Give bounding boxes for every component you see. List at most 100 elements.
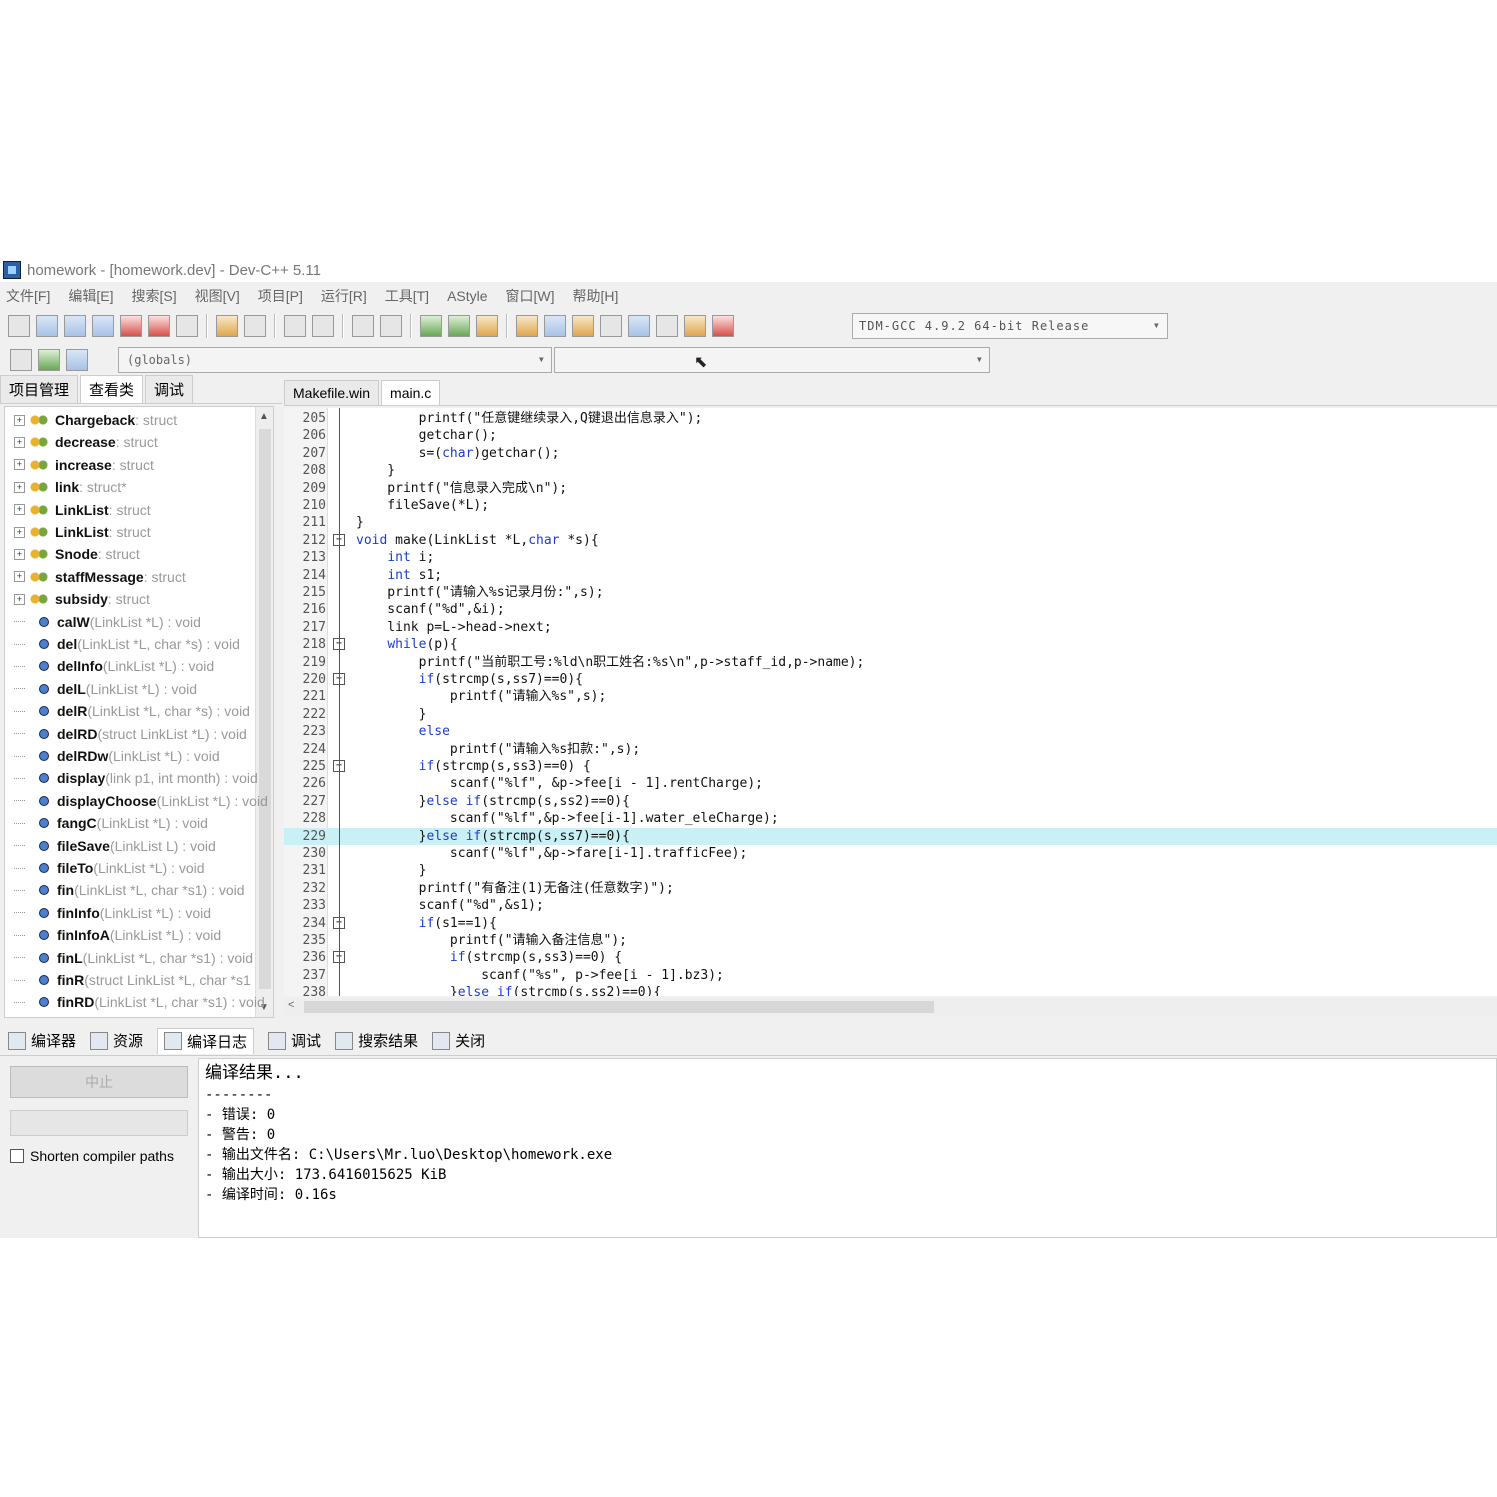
expand-icon[interactable]: + [14,548,25,560]
abort-compilation-button[interactable]: 中止 [10,1066,188,1098]
tree-function-item[interactable]: fileSave (LinkList L) : void [5,835,216,857]
undo-icon[interactable] [216,315,238,337]
goto-line-icon[interactable] [420,315,442,337]
compile-run-icon[interactable] [572,315,594,337]
open-file-icon[interactable] [36,315,58,337]
code-line[interactable]: 213 int i; [284,549,1497,566]
expand-icon[interactable]: + [14,504,25,516]
code-line[interactable]: 231 } [284,862,1497,879]
print-icon[interactable] [176,315,198,337]
bottom-tab[interactable]: 调试 [268,1030,321,1051]
code-line[interactable]: 220− if(strcmp(s,ss7)==0){ [284,671,1497,688]
clean-icon[interactable] [656,315,678,337]
code-line[interactable]: 236− if(strcmp(s,ss3)==0) { [284,949,1497,966]
member-combo[interactable]: ▾ [554,347,990,373]
code-line[interactable]: 235 printf("请输入备注信息"); [284,932,1497,949]
redo-icon[interactable] [244,315,266,337]
project-options-icon[interactable] [476,315,498,337]
tree-struct-item[interactable]: + Snode : struct [5,543,140,565]
tree-struct-item[interactable]: + Chargeback : struct [5,409,177,431]
shorten-paths-option[interactable]: Shorten compiler paths [10,1148,174,1164]
tree-struct-item[interactable]: + decrease : struct [5,431,158,453]
scroll-left-icon[interactable]: < [288,999,294,1011]
save-icon[interactable] [64,315,86,337]
left-tab[interactable]: 调试 [145,375,194,403]
code-line[interactable]: 229 }else if(strcmp(s,ss7)==0){ [284,827,1497,845]
menu-item[interactable]: 窗口[W] [506,286,555,306]
menu-item[interactable]: 编辑[E] [68,286,113,306]
left-tab[interactable]: 项目管理 [0,375,79,403]
find-icon[interactable] [284,315,306,337]
rebuild-all-icon[interactable] [600,315,622,337]
tree-function-item[interactable]: calW (LinkList *L) : void [5,611,201,633]
bottom-tab[interactable]: 资源 [90,1030,143,1051]
code-line[interactable]: 230 scanf("%lf",&p->fare[i-1].trafficFee… [284,845,1497,862]
code-line[interactable]: 211} [284,514,1497,531]
tree-function-item[interactable]: displayChoose (LinkList *L) : void [5,790,268,812]
bottom-tab[interactable]: 编译日志 [157,1027,255,1054]
profile-icon[interactable] [684,315,706,337]
scroll-thumb[interactable] [304,1001,934,1013]
menu-item[interactable]: 工具[T] [385,286,429,306]
new-file-icon[interactable] [8,315,30,337]
left-tab[interactable]: 查看类 [80,375,144,403]
tree-struct-item[interactable]: + increase : struct [5,454,154,476]
editor-horizontal-scrollbar[interactable]: < [284,998,1497,1016]
expand-icon[interactable]: + [14,481,25,493]
new-class-icon[interactable] [10,349,32,371]
scroll-thumb[interactable] [259,429,271,989]
code-line[interactable]: 223 else [284,723,1497,740]
code-line[interactable]: 214 int s1; [284,567,1497,584]
expand-icon[interactable]: + [14,436,25,448]
tree-function-item[interactable]: finInfoA (LinkList *L) : void [5,924,221,946]
bottom-tab[interactable]: 搜索结果 [335,1030,418,1051]
code-line[interactable]: 228 scanf("%lf",&p->fee[i-1].water_eleCh… [284,810,1497,827]
tree-function-item[interactable]: delRDw (LinkList *L) : void [5,745,220,767]
tree-struct-item[interactable]: + link : struct* [5,476,127,498]
code-line[interactable]: 221 printf("请输入%s",s); [284,688,1497,705]
compiler-select[interactable]: TDM-GCC 4.9.2 64-bit Release ▾ [852,313,1168,339]
tree-function-item[interactable]: delL (LinkList *L) : void [5,678,197,700]
insert-icon[interactable] [38,349,60,371]
menu-item[interactable]: 文件[F] [6,286,50,306]
bottom-tab[interactable]: 编译器 [8,1030,76,1051]
add-to-project-icon[interactable] [448,315,470,337]
toggle-bookmark-icon[interactable] [66,349,88,371]
tree-vertical-scrollbar[interactable]: ▲ ▼ [255,407,273,1017]
tree-function-item[interactable]: delInfo (LinkList *L) : void [5,655,214,677]
tree-function-item[interactable]: finRD (LinkList *L, char *s1) : void [5,991,265,1013]
debug-icon[interactable] [712,315,734,337]
tree-function-item[interactable]: finL (LinkList *L, char *s1) : void [5,947,253,969]
code-line[interactable]: 209 printf("信息录入完成\n"); [284,480,1497,497]
expand-icon[interactable]: + [14,571,25,583]
code-line[interactable]: 237 scanf("%s", p->fee[i - 1].bz3); [284,967,1497,984]
tree-function-item[interactable]: delR (LinkList *L, char *s) : void [5,700,250,722]
code-line[interactable]: 224 printf("请输入%s扣款:",s); [284,741,1497,758]
close-all-icon[interactable] [148,315,170,337]
menu-item[interactable]: 搜索[S] [131,286,176,306]
editor-tab[interactable]: Makefile.win [284,380,380,405]
code-line[interactable]: 227 }else if(strcmp(s,ss2)==0){ [284,793,1497,810]
indent-icon[interactable] [352,315,374,337]
save-all-icon[interactable] [92,315,114,337]
bottom-tab[interactable]: 关闭 [432,1030,485,1051]
check-syntax-icon[interactable] [628,315,650,337]
code-line[interactable]: 210 fileSave(*L); [284,497,1497,514]
tree-function-item[interactable]: finInfo (LinkList *L) : void [5,902,211,924]
expand-icon[interactable]: + [14,526,25,538]
scope-combo[interactable]: (globals) ▾ [118,347,552,373]
expand-icon[interactable]: + [14,593,25,605]
tree-struct-item[interactable]: + subsidy : struct [5,588,150,610]
code-line[interactable]: 212−void make(LinkList *L,char *s){ [284,532,1497,549]
code-editor[interactable]: 205 printf("任意键继续录入,Q键退出信息录入"); 206 getch… [284,408,1497,996]
tree-function-item[interactable]: fin (LinkList *L, char *s1) : void [5,879,245,901]
tree-function-item[interactable]: fangC (LinkList *L) : void [5,812,208,834]
close-file-icon[interactable] [120,315,142,337]
expand-icon[interactable]: + [14,459,25,471]
expand-icon[interactable]: + [14,414,25,426]
shorten-paths-checkbox[interactable] [10,1149,24,1163]
code-line[interactable]: 222 } [284,706,1497,723]
tree-function-item[interactable]: del (LinkList *L, char *s) : void [5,633,240,655]
code-line[interactable]: 238 }else if(strcmp(s,ss2)==0){ [284,984,1497,996]
code-line[interactable]: 233 scanf("%d",&s1); [284,897,1497,914]
